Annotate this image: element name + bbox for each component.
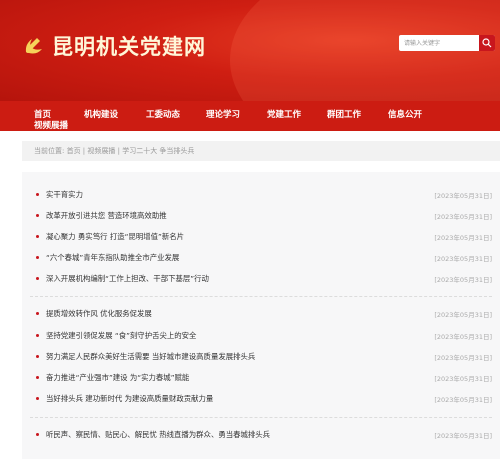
list-item[interactable]: 坚持党建引领促发展 “食”刻守护舌尖上的安全 [2023年05月31日] (22, 329, 500, 343)
list-item[interactable]: 深入开展机构编制“工作上担改、干部下基层”行动 [2023年05月31日] (22, 272, 500, 286)
article-list: 实干育实力 [2023年05月31日] 改革开放引进共您 营造环境高效助推 [2… (22, 172, 500, 459)
article-date: [2023年05月31日] (434, 213, 492, 221)
bullet-icon (36, 376, 39, 379)
bullet-icon (36, 235, 39, 238)
main-nav: 首页 机构建设 工委动态 理论学习 党建工作 群团工作 信息公开 视频展播 (0, 101, 500, 131)
list-item[interactable]: 努力满足人民群众美好生活需要 当好城市建设高质量发展排头兵 [2023年05月3… (22, 350, 500, 364)
nav-theory-study[interactable]: 理论学习 (206, 108, 240, 120)
list-item[interactable]: 奋力推进“产业强市”建设 为“实力春城”赋能 [2023年05月31日] (22, 371, 500, 385)
breadcrumb: 当前位置: 首页 | 视频展播 | 学习二十大 争当排头兵 (22, 141, 500, 161)
article-title[interactable]: 提质增效转作风 优化服务促发展 (46, 308, 152, 319)
article-date: [2023年05月31日] (434, 192, 492, 200)
party-emblem-icon (25, 38, 42, 54)
list-item[interactable]: 凝心聚力 勇实笃行 打造“昆明增值”新名片 [2023年05月31日] (22, 230, 500, 244)
bullet-icon (36, 256, 39, 259)
nav-video[interactable]: 视频展播 (34, 119, 68, 131)
list-item[interactable]: 实干育实力 [2023年05月31日] (22, 188, 500, 202)
bullet-icon (36, 355, 39, 358)
bullet-icon (36, 214, 39, 217)
nav-info-disclosure[interactable]: 信息公开 (388, 108, 422, 120)
bullet-icon (36, 193, 39, 196)
article-title[interactable]: 坚持党建引领促发展 “食”刻守护舌尖上的安全 (46, 330, 196, 341)
article-title[interactable]: 奋力推进“产业强市”建设 为“实力春城”赋能 (46, 372, 189, 383)
bullet-icon (36, 334, 39, 337)
article-title[interactable]: 改革开放引进共您 营造环境高效助推 (46, 210, 167, 221)
article-title[interactable]: “六个春城”青年东指队助推全市产业发展 (46, 252, 179, 263)
nav-organization[interactable]: 机构建设 (84, 108, 118, 120)
article-date: [2023年05月31日] (434, 234, 492, 242)
search-box[interactable]: 请输入关键字 (399, 35, 495, 51)
breadcrumb-text[interactable]: 当前位置: 首页 | 视频展播 | 学习二十大 争当排头兵 (34, 146, 194, 156)
site-title: 昆明机关党建网 (52, 34, 206, 59)
article-title[interactable]: 努力满足人民群众美好生活需要 当好城市建设高质量发展排头兵 (46, 351, 255, 362)
article-title[interactable]: 当好排头兵 建功新时代 为建设高质量财政贡献力量 (46, 393, 213, 404)
list-item[interactable]: 提质增效转作风 优化服务促发展 [2023年05月31日] (22, 307, 500, 321)
bullet-icon (36, 277, 39, 280)
bullet-icon (36, 312, 39, 315)
nav-party-work[interactable]: 党建工作 (267, 108, 301, 120)
article-date: [2023年05月31日] (434, 354, 492, 362)
article-date: [2023年05月31日] (434, 311, 492, 319)
divider (30, 417, 492, 418)
list-item[interactable]: 改革开放引进共您 营造环境高效助推 [2023年05月31日] (22, 209, 500, 223)
article-title[interactable]: 深入开展机构编制“工作上担改、干部下基层”行动 (46, 273, 209, 284)
article-date: [2023年05月31日] (434, 396, 492, 404)
site-banner: 昆明机关党建网 请输入关键字 (0, 0, 500, 101)
bullet-icon (36, 397, 39, 400)
divider (30, 296, 492, 297)
list-item[interactable]: “六个春城”青年东指队助推全市产业发展 [2023年05月31日] (22, 251, 500, 265)
article-title[interactable]: 听民声、察民情、贴民心、解民忧 热线直播为群众、勇当春城排头兵 (46, 429, 270, 440)
article-date: [2023年05月31日] (434, 333, 492, 341)
search-button[interactable] (479, 35, 495, 51)
nav-mass-work[interactable]: 群团工作 (327, 108, 361, 120)
article-date: [2023年05月31日] (434, 375, 492, 383)
nav-committee-news[interactable]: 工委动态 (146, 108, 180, 120)
article-title[interactable]: 实干育实力 (46, 189, 83, 200)
bullet-icon (36, 433, 39, 436)
article-date: [2023年05月31日] (434, 276, 492, 284)
search-input[interactable]: 请输入关键字 (404, 38, 440, 47)
search-icon (482, 38, 492, 48)
article-date: [2023年05月31日] (434, 432, 492, 440)
article-date: [2023年05月31日] (434, 255, 492, 263)
list-item[interactable]: 听民声、察民情、贴民心、解民忧 热线直播为群众、勇当春城排头兵 [2023年05… (22, 428, 500, 442)
article-title[interactable]: 凝心聚力 勇实笃行 打造“昆明增值”新名片 (46, 231, 184, 242)
list-item[interactable]: 当好排头兵 建功新时代 为建设高质量财政贡献力量 [2023年05月31日] (22, 392, 500, 406)
